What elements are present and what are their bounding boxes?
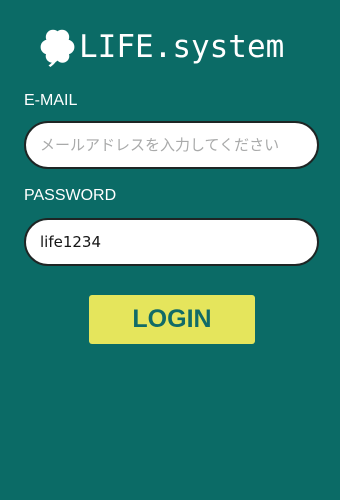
password-label: PASSWORD bbox=[24, 187, 117, 204]
app-name: LIFE.system bbox=[79, 28, 285, 65]
brand-logo: LIFE.system bbox=[40, 27, 284, 67]
login-button[interactable]: LOGIN bbox=[89, 295, 255, 344]
clover-icon bbox=[40, 29, 75, 67]
email-input[interactable] bbox=[24, 121, 319, 169]
login-screen: LIFE.system E-MAIL PASSWORD LOGIN bbox=[0, 0, 340, 500]
password-input[interactable] bbox=[24, 218, 319, 266]
email-label: E-MAIL bbox=[24, 92, 78, 109]
